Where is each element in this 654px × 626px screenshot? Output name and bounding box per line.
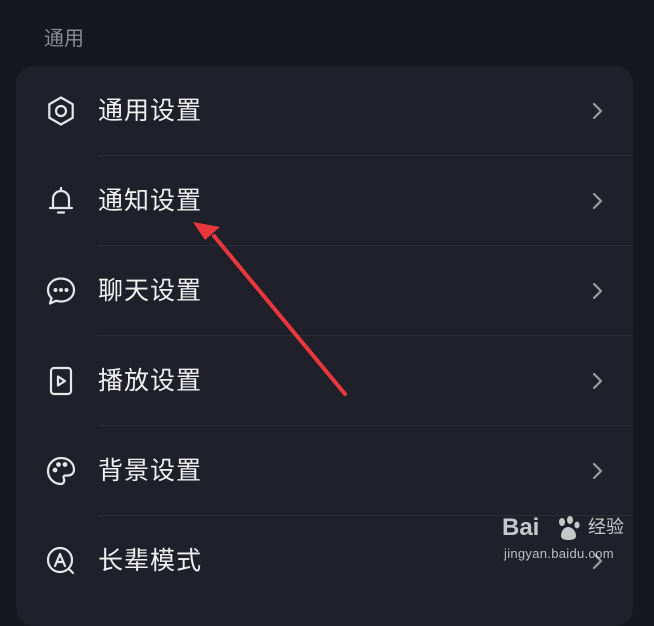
settings-item-playback[interactable]: 播放设置 <box>16 336 633 426</box>
bell-icon <box>44 184 78 218</box>
settings-item-label: 通知设置 <box>98 186 203 215</box>
settings-item-background[interactable]: 背景设置 <box>16 426 633 516</box>
gear-icon <box>44 94 78 128</box>
settings-item-notification[interactable]: 通知设置 <box>16 156 633 246</box>
settings-item-general[interactable]: 通用设置 <box>16 66 633 156</box>
section-title: 通用 <box>44 26 84 50</box>
settings-item-chat[interactable]: 聊天设置 <box>16 246 633 336</box>
settings-item-elder-mode[interactable]: 长辈模式 <box>16 516 633 606</box>
chevron-right-icon <box>586 100 608 122</box>
chevron-right-icon <box>586 550 608 572</box>
chevron-right-icon <box>586 370 608 392</box>
settings-item-label: 聊天设置 <box>98 276 203 305</box>
settings-item-label: 长辈模式 <box>98 546 203 575</box>
chevron-right-icon <box>586 460 608 482</box>
elder-mode-icon <box>44 544 78 578</box>
settings-card: 通用设置 通知设置 聊天设置 播放设置 背景设置 长辈模式 <box>16 66 633 626</box>
play-file-icon <box>44 364 78 398</box>
settings-item-label: 通用设置 <box>98 96 203 125</box>
settings-item-label: 背景设置 <box>98 456 203 485</box>
palette-icon <box>44 454 78 488</box>
settings-item-label: 播放设置 <box>98 366 203 395</box>
chat-bubble-icon <box>44 274 78 308</box>
chevron-right-icon <box>586 190 608 212</box>
chevron-right-icon <box>586 280 608 302</box>
